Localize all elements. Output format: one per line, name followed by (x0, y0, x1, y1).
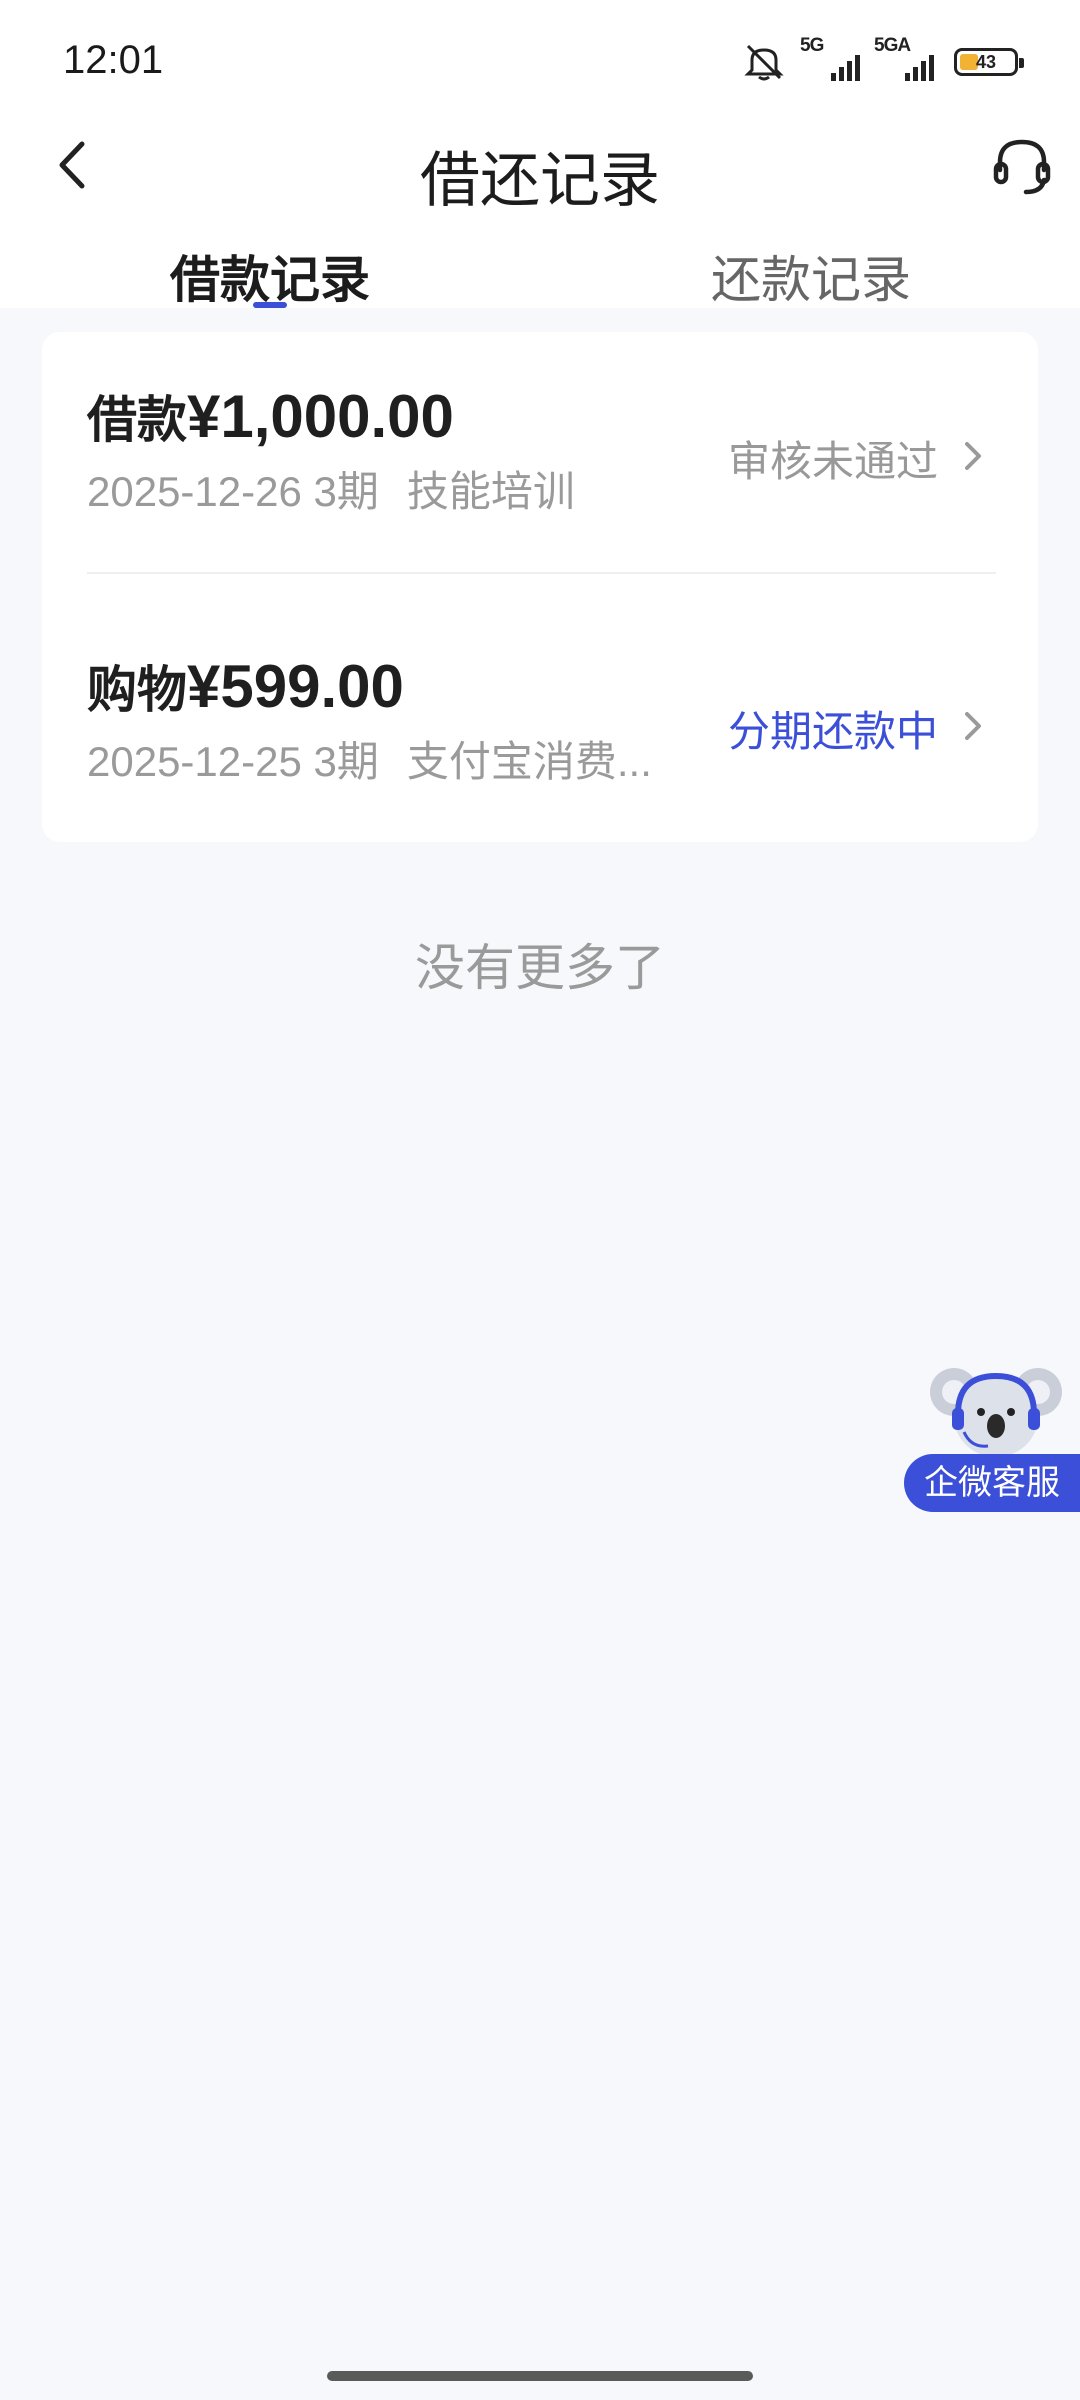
record-status: 分期还款中 (727, 708, 938, 755)
tab-repay-records[interactable]: 还款记录 (711, 240, 911, 312)
record-item[interactable]: 购物¥599.00 2025-12-25 3期 支付宝消费... 分期还款中 (42, 602, 1038, 872)
mute-icon (744, 44, 784, 81)
signal-icon: 5G (800, 35, 860, 85)
record-item[interactable]: 借款¥1,000.00 2025-12-26 3期 技能培训 审核未通过 (42, 332, 1038, 602)
record-amount: ¥1,000.00 (187, 383, 454, 450)
status-icons: 5G 5GA 43 (742, 35, 1024, 88)
signal-icon-2: 5GA (874, 35, 934, 85)
home-indicator[interactable] (327, 2371, 753, 2381)
chevron-right-icon (965, 712, 981, 740)
record-date: 2025-12-26 (87, 468, 302, 515)
battery-icon: 43 (954, 48, 1024, 76)
no-more-text: 没有更多了 (415, 940, 665, 996)
headset-icon (993, 139, 1051, 195)
record-date: 2025-12-25 (87, 738, 302, 785)
wecom-service-label: 企微客服 (904, 1454, 1080, 1512)
record-periods: 3期 (313, 468, 379, 515)
network-type-2: 5GA (874, 35, 911, 56)
record-type: 购物 (87, 662, 187, 718)
record-purpose: 支付宝消费... (406, 738, 652, 785)
records-card: 借款¥1,000.00 2025-12-26 3期 技能培训 审核未通过 购物¥5… (42, 332, 1038, 842)
page-title: 借还记录 (420, 147, 660, 214)
record-periods: 3期 (313, 738, 379, 785)
wecom-service-button[interactable]: 企微客服 (904, 1362, 1080, 1512)
status-time: 12:01 (63, 38, 164, 82)
record-title: 借款¥1,000.00 (87, 380, 454, 452)
customer-service-button[interactable] (990, 134, 1054, 198)
record-status: 审核未通过 (727, 438, 938, 485)
record-meta: 2025-12-25 3期 支付宝消费... (87, 728, 652, 789)
active-tab-indicator (253, 302, 287, 308)
record-amount: ¥599.00 (187, 653, 404, 720)
record-purpose: 技能培训 (406, 468, 575, 515)
record-title: 购物¥599.00 (87, 650, 404, 722)
record-type: 借款 (87, 392, 187, 448)
divider (87, 572, 996, 574)
battery-level: 43 (975, 52, 997, 72)
record-meta: 2025-12-26 3期 技能培训 (87, 458, 575, 519)
chevron-right-icon (965, 442, 981, 470)
network-type-1: 5G (800, 35, 824, 56)
